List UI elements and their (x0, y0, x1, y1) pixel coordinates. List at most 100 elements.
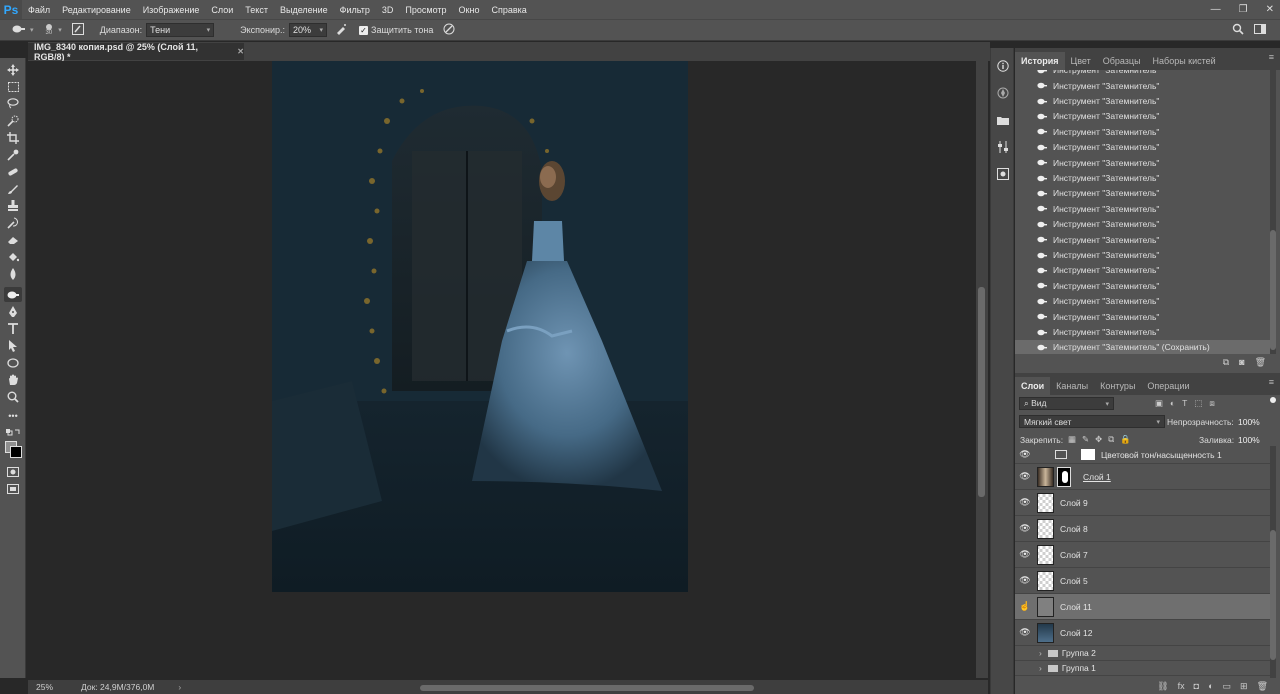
maximize-button[interactable]: ❐ (1239, 4, 1248, 15)
panel-menu-icon[interactable]: ≡ (1269, 52, 1274, 62)
layer-row[interactable]: 👁 Слой 9 (1015, 490, 1270, 516)
history-item[interactable]: Инструмент "Затемнитель" (1015, 309, 1270, 324)
libraries-panel-icon[interactable] (995, 112, 1011, 128)
history-item[interactable]: Инструмент "Затемнитель" (1015, 109, 1270, 124)
menu-item[interactable]: Выделение (274, 5, 334, 15)
layer-thumbnail[interactable] (1037, 570, 1054, 591)
panel-menu-icon[interactable]: ≡ (1269, 377, 1274, 387)
pen-tool-icon[interactable] (4, 304, 22, 319)
document-tab[interactable]: IMG_8340 копия.psd @ 25% (Слой 11, RGB/8… (28, 42, 244, 62)
add-mask-icon[interactable]: ◘ (1194, 681, 1199, 691)
dodge-burn-tool-preset-icon[interactable] (12, 24, 26, 37)
zoom-tool-icon[interactable] (4, 389, 22, 404)
history-item[interactable]: Инструмент "Затемнитель" (1015, 232, 1270, 247)
tab-layers[interactable]: Слои (1015, 377, 1051, 395)
layer-mask-thumbnail[interactable] (1081, 449, 1095, 460)
layer-row[interactable]: 👁 Слой 5 (1015, 568, 1270, 594)
hand-tool-icon[interactable] (4, 372, 22, 387)
layer-name[interactable]: Слой 9 (1060, 498, 1088, 508)
history-item[interactable]: Инструмент "Затемнитель" (1015, 78, 1270, 93)
tab-channels[interactable]: Каналы (1050, 377, 1094, 395)
new-layer-icon[interactable]: ⊞ (1240, 681, 1248, 692)
eye-icon[interactable]: 👁 (1015, 449, 1035, 460)
tab-swatches[interactable]: Образцы (1097, 52, 1147, 70)
minimize-button[interactable]: — (1211, 4, 1221, 15)
layer-thumbnail[interactable] (1037, 518, 1054, 539)
menu-item[interactable]: 3D (376, 5, 400, 15)
new-document-from-state-icon[interactable]: ⧉ (1223, 357, 1229, 368)
history-item[interactable]: Инструмент "Затемнитель" (1015, 170, 1270, 185)
brush-panel-icon[interactable] (71, 22, 84, 38)
history-brush-tool-icon[interactable] (4, 215, 22, 230)
path-selection-tool-icon[interactable] (4, 338, 22, 353)
layer-row[interactable]: 👁 Слой 8 (1015, 516, 1270, 542)
layer-thumbnail[interactable] (1037, 492, 1054, 513)
layer-thumbnail[interactable] (1037, 596, 1054, 617)
filter-toggle-icon[interactable] (1270, 397, 1276, 403)
fill-value[interactable]: 100% (1238, 435, 1260, 445)
background-color-swatch[interactable] (10, 446, 22, 458)
link-layers-icon[interactable]: ⛓ (1157, 681, 1168, 692)
chevron-down-icon[interactable]: ▾ (30, 26, 34, 34)
range-select[interactable]: Тени ▾ (146, 23, 215, 37)
chevron-down-icon[interactable]: ▾ (58, 26, 62, 34)
menu-item[interactable]: Редактирование (56, 5, 137, 15)
info-panel-icon[interactable] (995, 58, 1011, 74)
history-item[interactable]: Инструмент "Затемнитель" (1015, 186, 1270, 201)
search-icon[interactable] (1232, 23, 1244, 38)
layer-group-name[interactable]: Группа 1 (1062, 663, 1096, 673)
layer-filter-select[interactable]: ⌕ Вид ▾ (1019, 397, 1114, 410)
eye-icon[interactable]: 👁 (1015, 575, 1035, 586)
history-scrollbar-thumb[interactable] (1270, 230, 1276, 350)
eyedropper-tool-icon[interactable] (4, 147, 22, 162)
close-tab-icon[interactable]: ✕ (237, 47, 244, 56)
lock-artboard-icon[interactable]: ⧉ (1108, 434, 1114, 445)
layer-row[interactable]: ☝ Слой 11 (1015, 594, 1270, 620)
layers-scrollbar-thumb[interactable] (1270, 530, 1276, 660)
history-item[interactable]: Инструмент "Затемнитель" (1015, 155, 1270, 170)
crop-tool-icon[interactable] (4, 130, 22, 145)
history-item[interactable]: Инструмент "Затемнитель" (1015, 263, 1270, 278)
menu-item[interactable]: Текст (239, 5, 274, 15)
camera-snapshot-icon[interactable]: ◙ (1239, 357, 1244, 367)
lock-transparent-icon[interactable]: ▦ (1068, 434, 1076, 445)
layer-name[interactable]: Слой 1 (1083, 472, 1111, 482)
trash-icon[interactable]: 🗑 (1257, 681, 1268, 692)
status-menu-arrow[interactable]: › (178, 682, 181, 692)
layer-group-row[interactable]: › Группа 1 (1015, 661, 1270, 676)
clone-stamp-tool-icon[interactable] (4, 198, 22, 213)
zoom-level[interactable]: 25% (36, 682, 53, 692)
layer-name[interactable]: Слой 5 (1060, 576, 1088, 586)
history-item[interactable]: Инструмент "Затемнитель" (1015, 93, 1270, 108)
history-item[interactable]: Инструмент "Затемнитель" (1015, 278, 1270, 293)
horizontal-scrollbar-thumb[interactable] (420, 685, 754, 691)
shape-filter-icon[interactable]: ⬚ (1194, 398, 1202, 409)
layer-row[interactable]: 👁 Слой 12 (1015, 620, 1270, 646)
menu-item[interactable]: Изображение (137, 5, 206, 15)
screen-mode-icon[interactable] (4, 481, 22, 496)
eraser-tool-icon[interactable] (4, 232, 22, 247)
history-item[interactable]: Инструмент "Затемнитель" (1015, 124, 1270, 139)
opacity-value[interactable]: 100% (1238, 417, 1260, 427)
menu-item[interactable]: Файл (22, 5, 56, 15)
airbrush-icon[interactable] (335, 23, 347, 38)
menu-item[interactable]: Окно (453, 5, 486, 15)
layer-name[interactable]: Слой 11 (1060, 602, 1092, 612)
history-item[interactable]: Инструмент "Затемнитель" (1015, 201, 1270, 216)
lasso-tool-icon[interactable] (4, 96, 22, 111)
paint-bucket-tool-icon[interactable] (4, 249, 22, 264)
layer-row[interactable]: 👁 Слой 7 (1015, 542, 1270, 568)
document-image[interactable] (272, 61, 688, 592)
layer-name[interactable]: Слой 8 (1060, 524, 1088, 534)
eye-icon[interactable]: ☝ (1015, 601, 1035, 612)
quick-mask-icon[interactable] (4, 464, 22, 479)
lock-position-icon[interactable]: ✥ (1095, 434, 1102, 445)
fx-icon[interactable]: fx (1178, 681, 1185, 691)
tab-color[interactable]: Цвет (1065, 52, 1097, 70)
layer-mask-thumbnail[interactable] (1057, 466, 1071, 487)
pixel-filter-icon[interactable]: ▣ (1155, 398, 1163, 409)
eye-icon[interactable]: 👁 (1015, 549, 1035, 560)
pressure-icon[interactable] (443, 23, 455, 38)
expand-arrow-icon[interactable]: › (1039, 648, 1042, 658)
type-filter-icon[interactable]: T (1182, 398, 1187, 409)
